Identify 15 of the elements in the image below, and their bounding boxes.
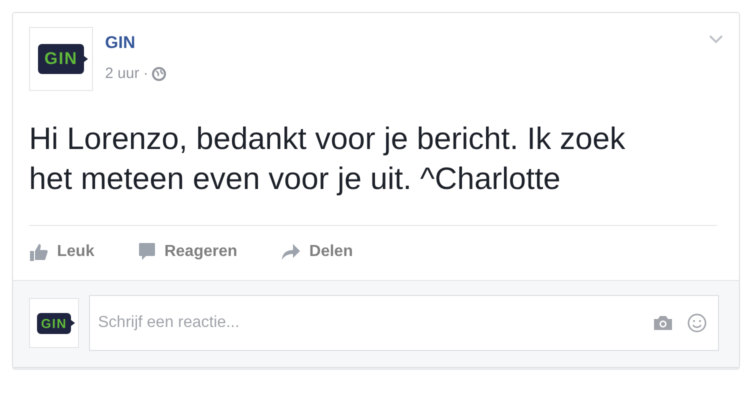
thumbs-up-icon xyxy=(29,243,49,261)
camera-icon[interactable] xyxy=(653,315,673,331)
action-link[interactable]: Leuk xyxy=(29,242,94,262)
separator: · xyxy=(143,65,148,82)
post-time[interactable]: 2 uur xyxy=(105,65,140,82)
speech-bubble-icon xyxy=(138,242,156,262)
smiley-icon[interactable] xyxy=(687,313,707,333)
action-link[interactable]: Delen xyxy=(281,242,353,262)
action-link[interactable]: Reageren xyxy=(138,242,238,262)
chevron-down-icon[interactable] xyxy=(709,35,723,44)
globe-icon xyxy=(152,66,166,80)
share-arrow-icon xyxy=(281,243,302,261)
post-message: Hi Lorenzo, bedankt voor je bericht. Ik zoek het meteen even voor je uit. ^Charlotte xyxy=(29,120,626,198)
author-name[interactable]: GIN xyxy=(105,33,697,53)
comment-field[interactable]: Schrijf een reactie... xyxy=(89,295,719,351)
